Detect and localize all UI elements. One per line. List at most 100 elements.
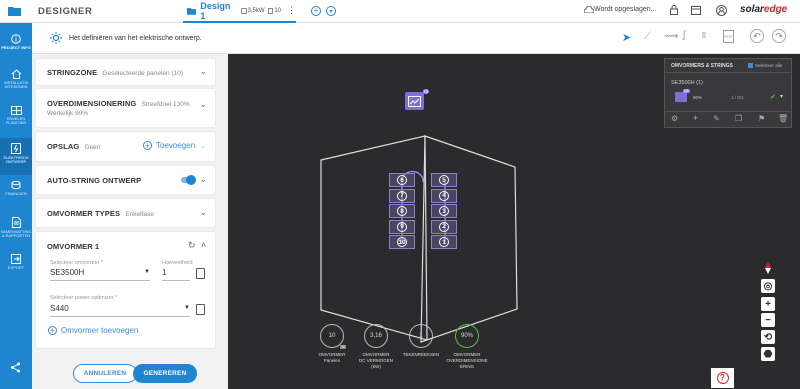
- chevron-down-icon[interactable]: ⌄: [199, 100, 207, 109]
- string-tool-icon[interactable]: ⟿: [664, 31, 678, 42]
- auto-string-toggle[interactable]: [181, 175, 196, 185]
- reset-icon[interactable]: ↻: [188, 240, 196, 251]
- table-icon[interactable]: [691, 6, 701, 15]
- gauge-value: 10: [328, 333, 336, 339]
- string-badge: 1/1: [683, 89, 690, 93]
- solar-module[interactable]: 4: [431, 188, 457, 203]
- nav-installation[interactable]: INSTALLATIE INTEKENEN: [0, 64, 32, 101]
- chevron-down-icon[interactable]: ⌄: [199, 208, 207, 217]
- add-design-icon[interactable]: +: [311, 6, 321, 16]
- solar-module[interactable]: 2: [431, 219, 457, 234]
- auto-string-card[interactable]: AUTO-STRING ONTWERP ⌄: [36, 166, 215, 194]
- nav-label: FINANCIEN: [5, 191, 27, 196]
- datasheet-icon[interactable]: [196, 268, 205, 279]
- info-icon: [11, 34, 21, 44]
- chip-icon: [240, 7, 247, 14]
- pdf-icon[interactable]: PDF: [723, 30, 734, 43]
- solaredge-logo: solar edge: [740, 4, 788, 15]
- chevron-down-icon[interactable]: ⌄: [199, 175, 207, 184]
- chevron-up-icon[interactable]: ˄: [201, 240, 206, 250]
- zoom-out-button[interactable]: −: [761, 313, 775, 327]
- rotate-button[interactable]: ⟲: [761, 330, 775, 344]
- chevron-down-icon[interactable]: ⌄: [199, 67, 207, 76]
- cancel-button[interactable]: ANNULEREN: [73, 364, 137, 383]
- more-icon[interactable]: ⋮: [287, 5, 296, 16]
- module-number: 1: [439, 237, 449, 247]
- save-status: Wordt opgeslagen...: [594, 6, 657, 13]
- solar-module[interactable]: 3: [431, 204, 457, 218]
- string-row[interactable]: 1/1 90% 1 / 0/1 ✔ ▾: [673, 89, 789, 105]
- inverter-1-card: OMVORMER 1 ↻ ˄ Selecteer omvormer * SE35…: [36, 232, 215, 348]
- nav-electrical[interactable]: ELEKTRISCH ONTWERP: [0, 138, 32, 175]
- optimizer-select-value: S440: [50, 304, 69, 313]
- inverter-select-value: SE3500H: [50, 268, 85, 277]
- cloud-icon: [584, 6, 594, 13]
- sld-tool-icon[interactable]: ʬ: [702, 31, 706, 40]
- user-icon[interactable]: [716, 5, 727, 16]
- design-power: 3,5kW: [247, 7, 265, 14]
- design-dropdown-icon[interactable]: ▾: [326, 6, 336, 16]
- solar-module[interactable]: 9: [389, 219, 415, 234]
- select-all-label: Selecteer alle: [755, 63, 783, 68]
- locate-button[interactable]: ◎: [761, 279, 775, 293]
- nav-project-info[interactable]: PROJECT INFO: [0, 23, 32, 64]
- quantity-field[interactable]: 1: [162, 268, 190, 281]
- chevron-down-icon[interactable]: ▾: [780, 93, 783, 100]
- datasheet-icon[interactable]: [196, 304, 205, 315]
- plus-circle-icon: +: [48, 326, 57, 335]
- folder-icon[interactable]: [8, 5, 21, 16]
- overdimensioning-card[interactable]: OVERDIMENSIONERING Streefdoel 130% Werke…: [36, 89, 215, 127]
- info-text: Het definiëren van het elektrische ontwe…: [69, 34, 202, 42]
- card-title: STRINGZONE: [47, 68, 98, 77]
- nav-panels[interactable]: PANELEN PLAATSEN: [0, 101, 32, 138]
- copy-icon[interactable]: ❐: [735, 114, 742, 123]
- magic-wand-icon[interactable]: ⟋: [644, 31, 651, 42]
- storage-card[interactable]: OPSLAG Geen + Toevoegen ⌄: [36, 132, 215, 161]
- generate-button[interactable]: GENEREREN: [133, 364, 197, 383]
- flag-icon[interactable]: ⚑: [758, 114, 765, 123]
- lock-icon[interactable]: [670, 5, 678, 15]
- solar-module[interactable]: 1: [431, 235, 457, 249]
- select-tool-icon[interactable]: ➤: [622, 31, 631, 44]
- nav-export[interactable]: EXPORT: [0, 249, 32, 286]
- solar-module[interactable]: 5: [431, 173, 457, 187]
- inverter-types-card[interactable]: OMVORMER TYPES Enkelfase ⌄: [36, 199, 215, 227]
- chevron-down-icon[interactable]: ⌄: [199, 141, 207, 150]
- design-name: Design 1: [200, 0, 231, 21]
- select-all-checkbox[interactable]: [748, 63, 753, 68]
- help-button[interactable]: ?: [711, 368, 734, 388]
- card-subtitle: Streefdoel 130%: [141, 101, 190, 108]
- house-icon: [11, 69, 21, 79]
- lightbulb-icon: [50, 32, 62, 44]
- redo-icon[interactable]: ↷: [772, 29, 786, 43]
- nav-finance[interactable]: FINANCIEN: [0, 175, 32, 212]
- check-icon[interactable]: ✔: [770, 93, 776, 101]
- add-icon[interactable]: +: [693, 113, 698, 123]
- wave-tool-icon[interactable]: ʃ: [683, 30, 685, 41]
- compass-icon[interactable]: [763, 262, 773, 274]
- stringzone-card[interactable]: STRINGZONE Geselecteerde panelen (10) ⌄: [36, 59, 215, 85]
- nav-summary[interactable]: SAMENVATTING & RAPPORTEN: [0, 212, 32, 249]
- undo-icon[interactable]: ↶: [750, 29, 764, 43]
- design-tab[interactable]: Design 1 3,5kW 10 ⋮: [183, 0, 296, 23]
- plus-circle-icon: +: [143, 141, 152, 150]
- optimizer-select[interactable]: S440 ▼: [50, 304, 190, 317]
- module-number: 10: [397, 237, 407, 247]
- add-storage-button[interactable]: + Toevoegen: [143, 141, 195, 150]
- solar-module[interactable]: 10: [389, 235, 415, 249]
- solar-module[interactable]: 7: [389, 188, 415, 203]
- module-number: 9: [397, 221, 407, 232]
- delete-icon[interactable]: 🗑: [778, 114, 788, 123]
- view-3d-button[interactable]: ⬣: [761, 347, 775, 361]
- electrical-icon: [11, 143, 21, 154]
- roof-inverter-badge[interactable]: 10: [405, 89, 429, 110]
- inverter-select[interactable]: SE3500H ▼: [50, 268, 150, 281]
- solar-module[interactable]: 6: [389, 173, 415, 187]
- add-inverter-button[interactable]: + Omvormer toevoegen: [48, 326, 138, 335]
- share-icon[interactable]: [10, 362, 21, 375]
- solar-module[interactable]: 8: [389, 204, 415, 218]
- zoom-in-button[interactable]: +: [761, 297, 775, 311]
- settings-icon[interactable]: ⚙: [671, 114, 678, 123]
- quantity-label: Hoeveelheid: [162, 260, 193, 266]
- edit-icon[interactable]: ✎: [713, 114, 720, 123]
